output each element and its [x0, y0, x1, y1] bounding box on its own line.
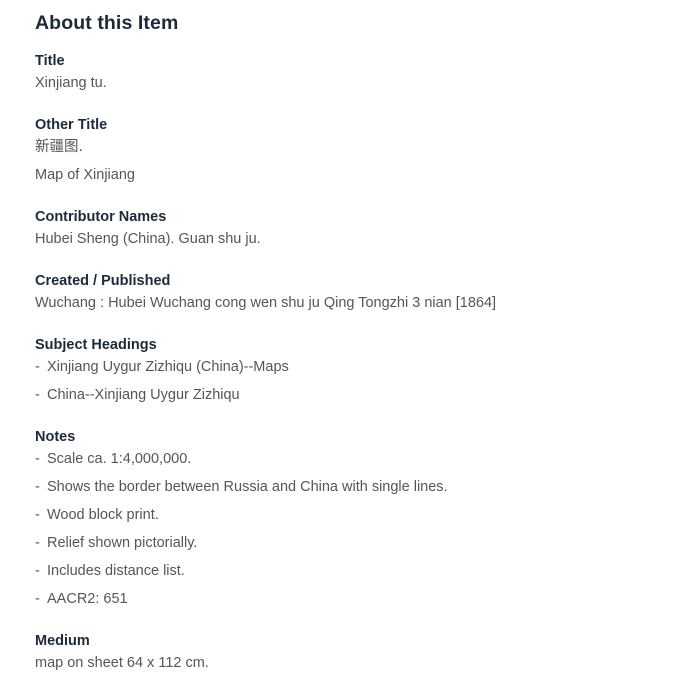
dash-marker-icon: - — [35, 479, 40, 495]
list-item-label: Includes distance list. — [47, 563, 185, 579]
page-title: About this Item — [35, 12, 179, 34]
list-item-label: 新疆图. — [35, 139, 84, 155]
metadata-field: Subject Headings - Xinjiang Uygur Zizhiqu … — [35, 335, 697, 405]
field-value-list: - Scale ca. 1:4,000,000. - Shows the border… — [35, 449, 697, 609]
metadata-field-list: Title Xinjiang tu. Other Title 新疆图. Map of X… — [35, 51, 697, 673]
list-item: - Shows the border between Russia and Chi… — [35, 477, 697, 497]
field-value: map on sheet 64 x 112 cm. — [35, 655, 209, 671]
metadata-field: Medium map on sheet 64 x 112 cm. — [35, 631, 697, 673]
field-value: Hubei Sheng (China). Guan shu ju. — [35, 231, 261, 247]
list-item-label: Scale ca. 1:4,000,000. — [47, 451, 192, 467]
list-item: - Scale ca. 1:4,000,000. — [35, 449, 697, 469]
metadata-field: Created / Published Wuchang : Hubei Wucha… — [35, 271, 697, 313]
field-label: Subject Headings — [35, 337, 157, 353]
dash-marker-icon: - — [35, 535, 40, 551]
list-item-label: Shows the border between Russia and Chin… — [47, 479, 448, 495]
dash-marker-icon: - — [35, 359, 40, 375]
field-label: Other Title — [35, 117, 108, 133]
list-item: 新疆图. — [35, 137, 697, 157]
field-label: Medium — [35, 633, 90, 649]
metadata-field: Title Xinjiang tu. — [35, 51, 697, 93]
dash-marker-icon: - — [35, 507, 40, 523]
list-item: - Wood block print. — [35, 505, 697, 525]
list-item-label: Map of Xinjiang — [35, 167, 135, 183]
field-label: Notes — [35, 429, 76, 445]
dash-marker-icon: - — [35, 591, 40, 607]
list-item: - Includes distance list. — [35, 561, 697, 581]
field-value-list: - Xinjiang Uygur Zizhiqu (China)--Maps - Ch… — [35, 357, 697, 405]
list-item-label: Wood block print. — [47, 507, 159, 523]
about-this-item-panel: About this Item Title Xinjiang tu. Other T… — [0, 0, 697, 673]
list-item-label: China--Xinjiang Uygur Zizhiqu — [47, 387, 240, 403]
dash-marker-icon: - — [35, 451, 40, 467]
list-item: - Relief shown pictorially. — [35, 533, 697, 553]
field-value: Wuchang : Hubei Wuchang cong wen shu ju … — [35, 295, 497, 311]
list-item: Map of Xinjiang — [35, 165, 697, 185]
field-label: Contributor Names — [35, 209, 167, 225]
field-value-list: 新疆图. Map of Xinjiang — [35, 137, 697, 185]
metadata-field: Notes - Scale ca. 1:4,000,000. - Shows the b… — [35, 427, 697, 609]
list-item-label: Xinjiang Uygur Zizhiqu (China)--Maps — [47, 359, 289, 375]
field-value: Xinjiang tu. — [35, 75, 107, 91]
dash-marker-icon: - — [35, 563, 40, 579]
list-item: - AACR2: 651 — [35, 589, 697, 609]
dash-marker-icon: - — [35, 387, 40, 403]
field-label: Created / Published — [35, 273, 171, 289]
list-item: - Xinjiang Uygur Zizhiqu (China)--Maps — [35, 357, 697, 377]
metadata-field: Contributor Names Hubei Sheng (China). Gu… — [35, 207, 697, 249]
field-label: Title — [35, 53, 65, 69]
list-item-label: Relief shown pictorially. — [47, 535, 198, 551]
metadata-field: Other Title 新疆图. Map of Xinjiang — [35, 115, 697, 185]
list-item-label: AACR2: 651 — [47, 591, 128, 607]
list-item: - China--Xinjiang Uygur Zizhiqu — [35, 385, 697, 405]
